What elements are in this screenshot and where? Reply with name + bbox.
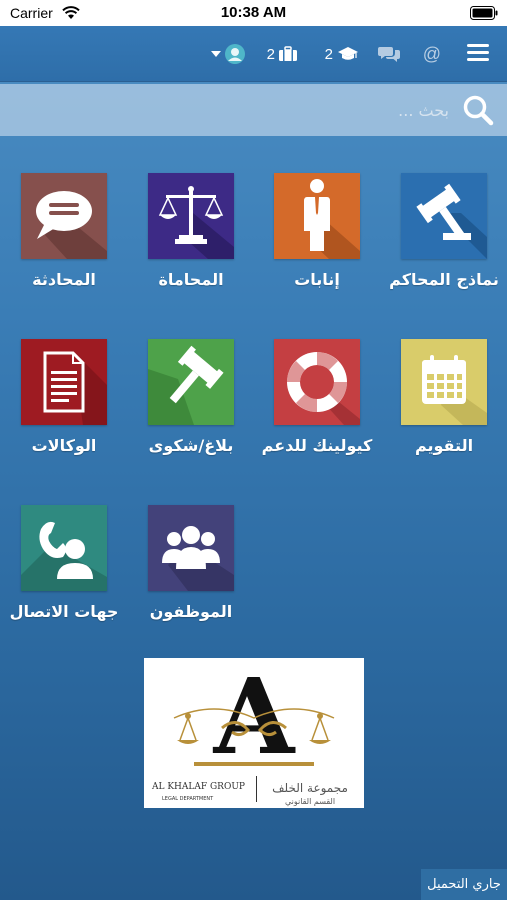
- menu-icon[interactable]: [467, 44, 489, 62]
- graduation-counter[interactable]: 2: [325, 42, 359, 66]
- battery-icon: [470, 6, 498, 20]
- tile-calendar[interactable]: التقويم: [381, 339, 507, 479]
- tile-employees-box[interactable]: [148, 505, 234, 591]
- logo-dept-ar: القسم القانوني: [285, 797, 335, 806]
- tile-report-box[interactable]: [148, 339, 234, 425]
- tile-delegations[interactable]: إنابات: [254, 173, 380, 313]
- tile-advocacy-label: المحاماة: [158, 270, 224, 289]
- calendar-icon: [422, 355, 487, 425]
- speech-bubble-icon: [36, 191, 107, 259]
- logo-brand-en: AL KHALAF GROUP: [151, 782, 245, 792]
- user-avatar-icon: [225, 44, 245, 64]
- tile-agencies-label: الوكالات: [31, 436, 97, 455]
- tile-advocacy-box[interactable]: [148, 173, 234, 259]
- tile-chat-box[interactable]: [21, 173, 107, 259]
- tile-court-forms-label: نماذج المحاكم: [389, 270, 499, 289]
- briefcase-counter[interactable]: 2: [267, 42, 297, 66]
- top-nav-bar: @ 2 2: [0, 26, 507, 82]
- chat-icon[interactable]: [378, 45, 400, 63]
- person-suit-icon: [304, 179, 360, 259]
- logo-brand-ar: مجموعة الخلف: [272, 781, 348, 796]
- briefcase-icon: [279, 46, 297, 61]
- tile-contacts-box[interactable]: [21, 505, 107, 591]
- user-menu[interactable]: [211, 42, 245, 66]
- tile-employees-label: الموظفون: [149, 602, 233, 621]
- gavel-report-icon: [148, 345, 224, 425]
- at-icon[interactable]: @: [423, 42, 441, 66]
- tile-agencies[interactable]: الوكالات: [1, 339, 127, 479]
- tile-support[interactable]: كيولينك للدعم: [254, 339, 380, 479]
- caret-down-icon: [211, 51, 221, 57]
- tile-delegations-box[interactable]: [274, 173, 360, 259]
- tile-support-box[interactable]: [274, 339, 360, 425]
- logo-dept-en: LEGAL DEPARTMENT: [162, 796, 214, 802]
- tile-advocacy[interactable]: المحاماة: [128, 173, 254, 313]
- loading-indicator: جاري التحميل: [421, 869, 507, 900]
- tile-support-label: كيولينك للدعم: [261, 436, 373, 455]
- company-logo: A AL KHALAF GROUP LEGAL DEPARTMENT مجموع…: [144, 655, 364, 808]
- tile-agencies-box[interactable]: [21, 339, 107, 425]
- gavel-icon: [416, 183, 487, 259]
- group-icon: [162, 526, 234, 591]
- tile-calendar-label: التقويم: [414, 436, 474, 455]
- document-icon: [43, 351, 107, 425]
- scales-icon: [158, 186, 234, 259]
- tile-chat-label: المحادثة: [32, 270, 96, 289]
- tile-chat[interactable]: المحادثة: [1, 173, 127, 313]
- tile-employees[interactable]: الموظفون: [128, 505, 254, 645]
- graduation-cap-icon: [338, 47, 358, 60]
- graduation-count: 2: [324, 45, 333, 63]
- search-icon[interactable]: [462, 94, 494, 126]
- tile-court-forms-box[interactable]: [401, 173, 487, 259]
- briefcase-count: 2: [266, 45, 275, 63]
- clock: 10:38 AM: [220, 4, 287, 21]
- search-bar: [0, 84, 507, 136]
- tile-contacts[interactable]: جهات الاتصال: [1, 505, 127, 645]
- tile-delegations-label: إنابات: [294, 270, 340, 289]
- contact-phone-icon: [21, 521, 107, 591]
- tile-report-label: بلاغ/شكوى: [148, 436, 234, 455]
- lifebuoy-icon: [287, 352, 360, 425]
- search-input[interactable]: [69, 98, 449, 122]
- tile-report[interactable]: بلاغ/شكوى: [128, 339, 254, 479]
- tile-calendar-box[interactable]: [401, 339, 487, 425]
- tile-contacts-label: جهات الاتصال: [9, 602, 119, 621]
- status-bar: Carrier 10:38 AM: [0, 0, 507, 26]
- tile-court-forms[interactable]: نماذج المحاكم: [381, 173, 507, 313]
